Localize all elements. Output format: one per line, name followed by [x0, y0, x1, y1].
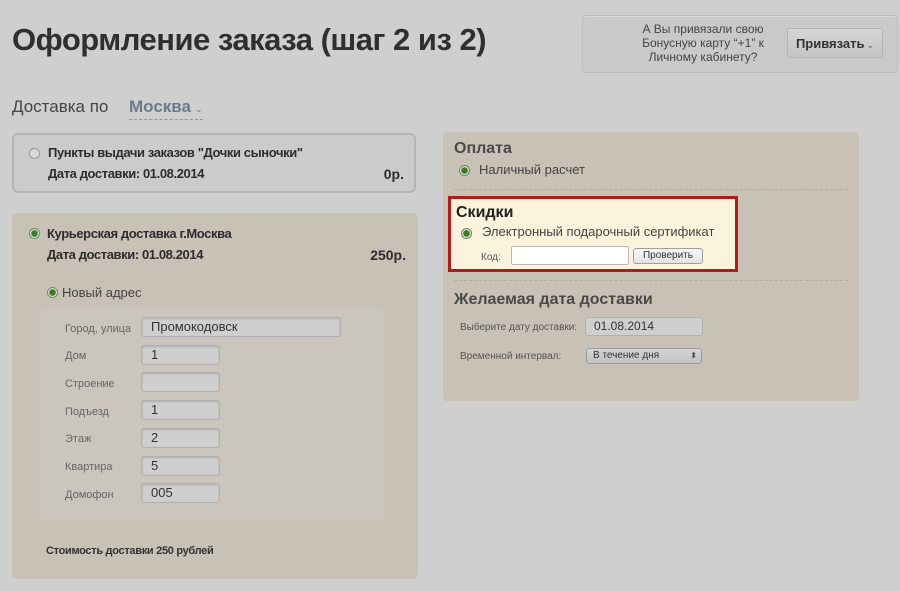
intercom-input[interactable]: 005: [141, 483, 220, 503]
divider: [454, 280, 848, 281]
new-address-radio[interactable]: [47, 287, 58, 298]
payment-cash-radio[interactable]: [459, 165, 470, 176]
building-label: Строение: [65, 378, 115, 390]
delivery-option-pickup[interactable]: Пункты выдачи заказов "Дочки сыночки" Да…: [12, 133, 416, 193]
pickup-title: Пункты выдачи заказов "Дочки сыночки": [48, 145, 303, 160]
bind-card-button-label: Привязать: [795, 36, 865, 51]
courier-radio[interactable]: [29, 228, 40, 239]
code-input[interactable]: [511, 246, 629, 265]
divider: [454, 189, 848, 190]
pickup-price: 0р.: [383, 166, 404, 182]
page-title: Оформление заказа (шаг 2 из 2): [12, 22, 487, 57]
code-label: Код:: [481, 252, 501, 263]
desired-date-title: Желаемая дата доставки: [454, 291, 653, 308]
date-label: Выберите дату доставки:: [460, 322, 578, 333]
new-address-label: Новый адрес: [62, 285, 142, 300]
select-arrows-icon: ⬍: [690, 351, 697, 360]
interval-select[interactable]: В течение дня ⬍: [586, 348, 702, 364]
city-value: Москва: [129, 97, 191, 116]
bonus-card-prompt: А Вы привязали свою Бонусную карту “+1” …: [642, 22, 764, 64]
building-input[interactable]: [141, 372, 220, 392]
bind-card-button[interactable]: Привязать ⌄: [787, 28, 883, 58]
gift-certificate-radio[interactable]: [461, 228, 472, 239]
city-select[interactable]: Москва ⌄: [129, 97, 203, 120]
check-code-button[interactable]: Проверить: [633, 248, 703, 264]
intercom-label: Домофон: [65, 489, 114, 501]
payment-cash-label: Наличный расчет: [479, 162, 585, 177]
apartment-input[interactable]: 5: [141, 456, 220, 476]
courier-price: 250р.: [370, 247, 406, 263]
discounts-section: Скидки Электронный подарочный сертификат…: [448, 196, 738, 272]
interval-label: Временной интервал:: [460, 351, 562, 362]
discounts-title: Скидки: [456, 204, 514, 221]
street-label: Город, улица: [65, 323, 132, 335]
interval-value: В течение дня: [593, 350, 660, 361]
floor-input[interactable]: 2: [141, 428, 220, 448]
courier-title: Курьерская доставка г.Москва: [47, 226, 232, 241]
delivery-label: Доставка по: [12, 97, 109, 116]
entrance-label: Подъезд: [65, 406, 109, 418]
bonus-card-banner: А Вы привязали свою Бонусную карту “+1” …: [582, 15, 898, 73]
payment-title: Оплата: [454, 140, 512, 157]
pickup-date: Дата доставки: 01.08.2014: [48, 166, 205, 181]
house-input[interactable]: 1: [141, 345, 220, 365]
entrance-input[interactable]: 1: [141, 400, 220, 420]
street-input[interactable]: Промокодовск: [141, 317, 341, 337]
pickup-radio[interactable]: [29, 148, 40, 159]
courier-date: Дата доставки: 01.08.2014: [47, 247, 204, 262]
address-form: Город, улица Промокодовск Дом 1 Строение…: [40, 308, 384, 521]
apartment-label: Квартира: [65, 461, 113, 473]
chevron-down-icon: ⌄: [194, 104, 203, 114]
floor-label: Этаж: [65, 433, 92, 445]
delivery-date-input[interactable]: 01.08.2014: [585, 317, 703, 336]
delivery-cost-note: Стоимость доставки 250 рублей: [46, 545, 214, 557]
chevron-down-icon: ⌄: [866, 40, 875, 50]
gift-certificate-label: Электронный подарочный сертификат: [482, 224, 715, 239]
delivery-option-courier[interactable]: Курьерская доставка г.Москва Дата достав…: [12, 213, 418, 579]
house-label: Дом: [65, 350, 87, 362]
